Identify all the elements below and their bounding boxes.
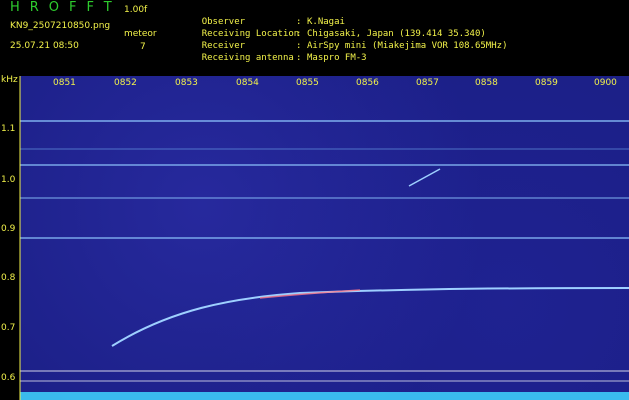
noise-band: [20, 392, 629, 400]
y-tick: 1.1: [1, 124, 16, 134]
spectrogram-overlay: [19, 76, 629, 400]
y-tick: 0.8: [1, 273, 16, 283]
x-tick: 0852: [114, 78, 137, 88]
x-tick: 0857: [416, 78, 439, 88]
x-tick: 0900: [594, 78, 617, 88]
meteor-echo: [408, 168, 441, 187]
y-tick: 0.7: [1, 323, 16, 333]
y-tick: 0.6: [1, 373, 16, 383]
x-tick: 0851: [53, 78, 76, 88]
x-tick: 0858: [475, 78, 498, 88]
axis-unit: kHz: [1, 75, 18, 85]
x-tick: 0859: [535, 78, 558, 88]
y-tick: 1.0: [1, 175, 16, 185]
x-tick: 0854: [236, 78, 259, 88]
x-tick: 0856: [356, 78, 379, 88]
meteor-trace-peak: [259, 289, 361, 299]
x-tick: 0855: [296, 78, 319, 88]
x-tick: 0853: [175, 78, 198, 88]
meteor-trace: [111, 287, 629, 347]
y-tick: 0.9: [1, 224, 16, 234]
